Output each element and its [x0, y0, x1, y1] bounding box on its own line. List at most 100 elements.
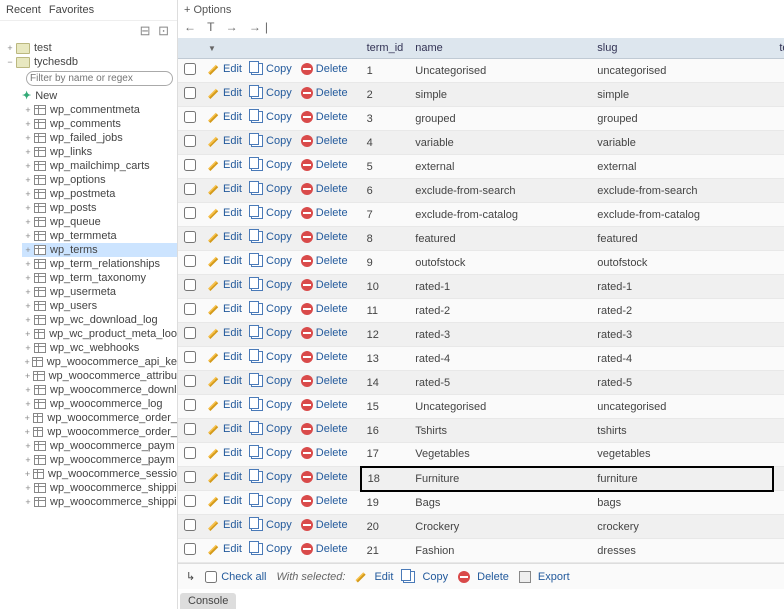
edit-button[interactable]: Edit [208, 63, 242, 75]
footer-copy[interactable]: Copy [403, 571, 448, 583]
delete-button[interactable]: Delete [301, 183, 348, 195]
delete-button[interactable]: Delete [301, 519, 348, 531]
row-checkbox[interactable] [184, 375, 196, 387]
table-node[interactable]: +wp_links [22, 145, 177, 159]
row-checkbox[interactable] [184, 63, 196, 75]
row-checkbox[interactable] [184, 447, 196, 459]
plus-icon[interactable]: + [22, 217, 34, 227]
cell-term-id[interactable]: 15 [361, 395, 410, 419]
plus-icon[interactable]: + [22, 329, 34, 339]
cell-term-group[interactable]: 0 [773, 107, 784, 131]
db-node[interactable]: −tychesdb [4, 55, 177, 69]
cell-term-group[interactable]: 0 [773, 395, 784, 419]
copy-button[interactable]: Copy [251, 255, 292, 267]
cell-name[interactable]: Uncategorised [409, 395, 591, 419]
cell-name[interactable]: featured [409, 227, 591, 251]
cell-name[interactable]: variable [409, 131, 591, 155]
delete-button[interactable]: Delete [301, 63, 348, 75]
db-node[interactable]: +test [4, 41, 177, 55]
delete-button[interactable]: Delete [301, 375, 348, 387]
check-all-checkbox[interactable] [205, 571, 217, 583]
edit-button[interactable]: Edit [208, 111, 242, 123]
tab-favorites[interactable]: Favorites [49, 4, 94, 16]
options-link[interactable]: + Options [178, 0, 784, 20]
cell-term-id[interactable]: 10 [361, 275, 410, 299]
delete-button[interactable]: Delete [301, 495, 348, 507]
plus-icon[interactable]: + [4, 43, 16, 53]
edit-button[interactable]: Edit [208, 183, 242, 195]
cell-term-id[interactable]: 12 [361, 323, 410, 347]
table-node[interactable]: +wp_term_taxonomy [22, 271, 177, 285]
table-node[interactable]: +wp_woocommerce_attribu [22, 369, 177, 383]
cell-slug[interactable]: simple [591, 83, 773, 107]
delete-button[interactable]: Delete [301, 447, 348, 459]
cell-name[interactable]: Uncategorised [409, 59, 591, 83]
table-node[interactable]: +wp_postmeta [22, 187, 177, 201]
cell-term-id[interactable]: 6 [361, 179, 410, 203]
cell-term-id[interactable]: 2 [361, 83, 410, 107]
cell-term-id[interactable]: 3 [361, 107, 410, 131]
delete-button[interactable]: Delete [301, 135, 348, 147]
row-checkbox[interactable] [184, 351, 196, 363]
cell-term-group[interactable]: 0 [773, 419, 784, 443]
cell-term-group[interactable]: 0 [773, 467, 784, 491]
cell-name[interactable]: grouped [409, 107, 591, 131]
delete-button[interactable]: Delete [301, 231, 348, 243]
delete-button[interactable]: Delete [301, 327, 348, 339]
plus-icon[interactable]: + [22, 357, 32, 367]
row-checkbox[interactable] [184, 399, 196, 411]
cell-term-id[interactable]: 7 [361, 203, 410, 227]
edit-button[interactable]: Edit [208, 519, 242, 531]
row-checkbox[interactable] [184, 303, 196, 315]
plus-icon[interactable]: + [22, 273, 34, 283]
plus-icon[interactable]: + [22, 497, 34, 507]
cell-name[interactable]: rated-4 [409, 347, 591, 371]
edit-button[interactable]: Edit [208, 543, 242, 555]
cell-slug[interactable]: exclude-from-catalog [591, 203, 773, 227]
table-node[interactable]: +wp_termmeta [22, 229, 177, 243]
plus-icon[interactable]: + [22, 175, 34, 185]
edit-button[interactable]: Edit [208, 495, 242, 507]
cell-name[interactable]: rated-3 [409, 323, 591, 347]
cell-term-group[interactable]: 0 [773, 83, 784, 107]
plus-icon[interactable]: + [22, 315, 34, 325]
console-tab[interactable]: Console [180, 593, 236, 609]
cell-term-group[interactable]: 0 [773, 155, 784, 179]
copy-button[interactable]: Copy [251, 207, 292, 219]
cell-slug[interactable]: uncategorised [591, 59, 773, 83]
copy-button[interactable]: Copy [251, 279, 292, 291]
delete-button[interactable]: Delete [301, 543, 348, 555]
delete-button[interactable]: Delete [301, 207, 348, 219]
cell-name[interactable]: rated-5 [409, 371, 591, 395]
row-checkbox[interactable] [184, 183, 196, 195]
plus-icon[interactable]: + [22, 259, 34, 269]
delete-button[interactable]: Delete [301, 111, 348, 123]
row-checkbox[interactable] [184, 327, 196, 339]
row-checkbox[interactable] [184, 471, 196, 483]
cell-name[interactable]: external [409, 155, 591, 179]
table-node[interactable]: +wp_woocommerce_order_ [22, 411, 177, 425]
copy-button[interactable]: Copy [251, 519, 292, 531]
plus-icon[interactable]: + [22, 343, 34, 353]
table-node[interactable]: +wp_woocommerce_downl [22, 383, 177, 397]
cell-term-group[interactable]: 0 [773, 203, 784, 227]
copy-button[interactable]: Copy [251, 423, 292, 435]
cell-slug[interactable]: dresses [591, 539, 773, 563]
edit-button[interactable]: Edit [208, 135, 242, 147]
cell-term-group[interactable]: 0 [773, 131, 784, 155]
plus-icon[interactable]: + [22, 245, 34, 255]
edit-button[interactable]: Edit [208, 231, 242, 243]
cell-slug[interactable]: vegetables [591, 443, 773, 467]
plus-icon[interactable]: + [22, 441, 34, 451]
copy-button[interactable]: Copy [251, 543, 292, 555]
copy-button[interactable]: Copy [251, 135, 292, 147]
plus-icon[interactable]: + [22, 301, 34, 311]
cell-term-group[interactable]: 0 [773, 179, 784, 203]
table-node[interactable]: +wp_woocommerce_paym [22, 439, 177, 453]
cell-slug[interactable]: furniture [591, 467, 773, 491]
cell-slug[interactable]: rated-3 [591, 323, 773, 347]
cell-slug[interactable]: external [591, 155, 773, 179]
table-node[interactable]: +wp_options [22, 173, 177, 187]
cell-term-group[interactable]: 0 [773, 539, 784, 563]
copy-button[interactable]: Copy [251, 495, 292, 507]
